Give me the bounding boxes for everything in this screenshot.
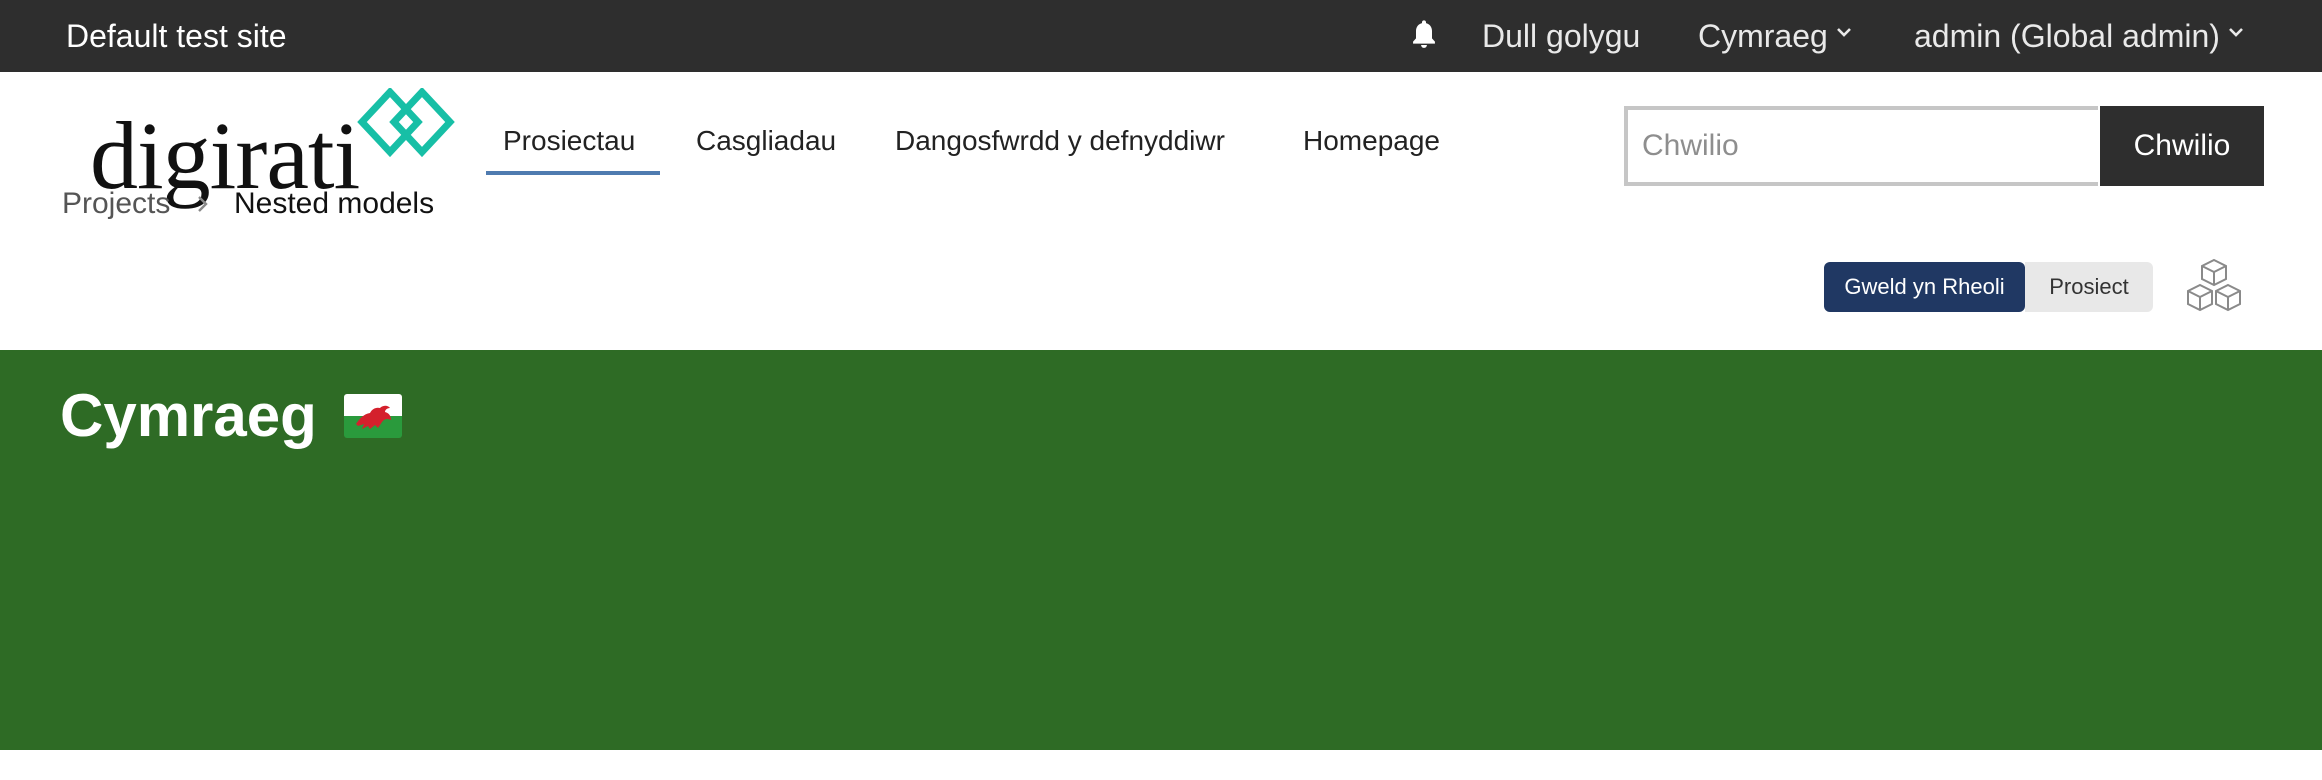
top-bar: Default test site Dull golygu Cymraeg ad…: [0, 0, 2322, 72]
nav-casgliadau[interactable]: Casgliadau: [696, 119, 836, 163]
main-header: digirati Prosiectau Casgliadau Dangosfwr…: [0, 72, 2322, 350]
view-project-toggle[interactable]: Prosiect: [2025, 262, 2153, 312]
site-name-link[interactable]: Default test site: [66, 0, 287, 72]
banner-title: Cymraeg: [60, 382, 317, 449]
chevron-down-icon: [2228, 27, 2243, 37]
edit-mode-link[interactable]: Dull golygu: [1482, 0, 1640, 72]
logo-diamonds-icon: [357, 88, 455, 158]
chevron-right-icon: [198, 196, 208, 212]
search-button[interactable]: Chwilio: [2100, 106, 2264, 186]
project-banner: Cymraeg: [0, 350, 2322, 750]
nav-prosiectau[interactable]: Prosiectau: [503, 119, 635, 163]
cubes-icon[interactable]: [2186, 258, 2242, 312]
language-menu[interactable]: Cymraeg: [1698, 0, 1852, 72]
breadcrumb-projects[interactable]: Projects: [62, 184, 170, 224]
nav-homepage[interactable]: Homepage: [1303, 119, 1440, 163]
view-admin-toggle[interactable]: Gweld yn Rheoli: [1824, 262, 2025, 312]
chevron-down-icon: [1836, 27, 1851, 37]
language-label: Cymraeg: [1698, 18, 1828, 54]
breadcrumb-current: Nested models: [234, 187, 435, 220]
user-label: admin (Global admin): [1914, 18, 2220, 54]
search-input[interactable]: [1624, 106, 2098, 186]
welsh-flag-icon: [344, 394, 402, 438]
active-nav-indicator: [486, 171, 660, 175]
nav-dashboard[interactable]: Dangosfwrdd y defnyddiwr: [895, 119, 1225, 163]
user-menu[interactable]: admin (Global admin): [1914, 0, 2244, 72]
bell-icon[interactable]: [1408, 17, 1440, 53]
